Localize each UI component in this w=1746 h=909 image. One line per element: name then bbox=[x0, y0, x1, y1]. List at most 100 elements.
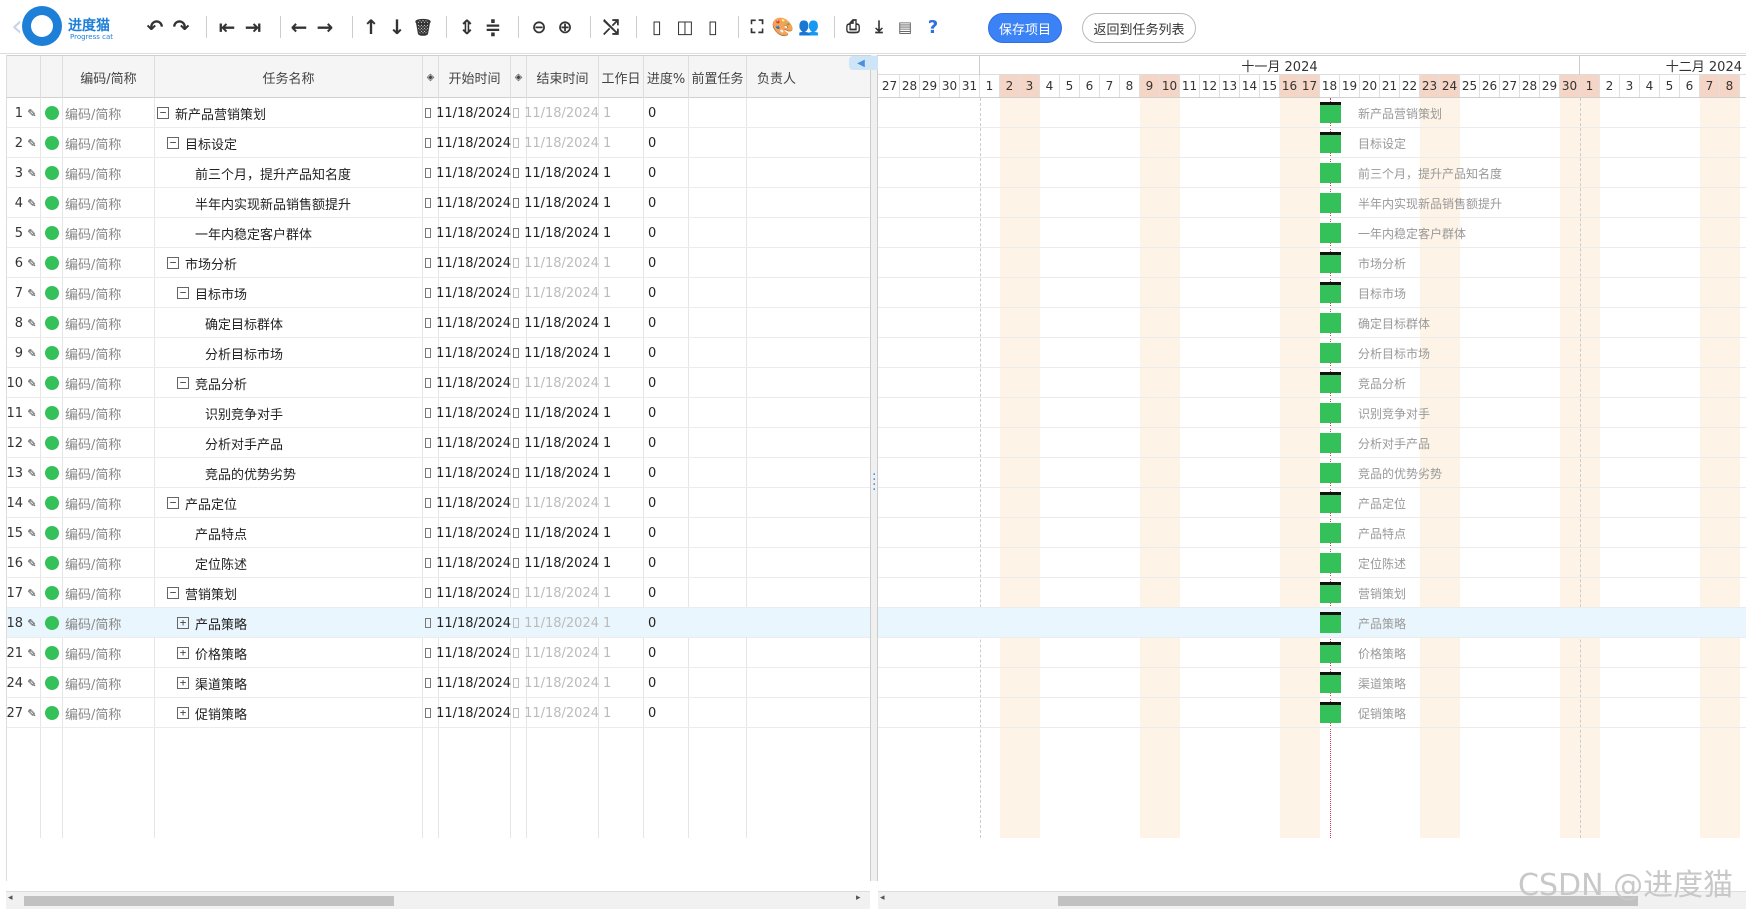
edit-pencil-icon[interactable]: ✎ bbox=[25, 278, 39, 308]
table-row[interactable]: 13 ✎ 编码/简称 竞品的优势劣势 11/18/2024 11/18/2024… bbox=[7, 458, 871, 488]
start-date-cell[interactable]: 11/18/2024 bbox=[423, 128, 511, 158]
end-date-cell[interactable]: 11/18/2024 bbox=[511, 368, 599, 398]
edit-pencil-icon[interactable]: ✎ bbox=[25, 188, 39, 218]
code-cell[interactable]: 编码/简称 bbox=[63, 668, 155, 698]
owner-cell[interactable] bbox=[747, 578, 871, 608]
task-name-cell[interactable]: 分析对手产品 bbox=[155, 428, 423, 458]
table-row[interactable]: 6 ✎ 编码/简称 − 市场分析 11/18/2024 11/18/2024 1… bbox=[7, 248, 871, 278]
end-date-cell[interactable]: 11/18/2024 bbox=[511, 578, 599, 608]
progress-cell[interactable]: 0 bbox=[644, 308, 689, 338]
predecessor-cell[interactable] bbox=[689, 308, 747, 338]
end-checkbox[interactable] bbox=[513, 108, 520, 118]
workdays-cell[interactable]: 1 bbox=[599, 188, 644, 218]
table-row[interactable]: 4 ✎ 编码/简称 半年内实现新品销售额提升 11/18/2024 11/18/… bbox=[7, 188, 871, 218]
back-to-task-list-button[interactable]: 返回到任务列表 bbox=[1082, 13, 1196, 43]
end-checkbox[interactable] bbox=[513, 678, 520, 688]
start-date-cell[interactable]: 11/18/2024 bbox=[423, 398, 511, 428]
edit-pencil-icon[interactable]: ✎ bbox=[25, 608, 39, 638]
task-name-cell[interactable]: 前三个月，提升产品知名度 bbox=[155, 158, 423, 188]
start-date-cell[interactable]: 11/18/2024 bbox=[423, 608, 511, 638]
progress-cell[interactable]: 0 bbox=[644, 248, 689, 278]
owner-cell[interactable] bbox=[747, 98, 871, 128]
workdays-cell[interactable]: 1 bbox=[599, 278, 644, 308]
collapse-toggle-icon[interactable]: − bbox=[167, 587, 179, 599]
end-date-cell[interactable]: 11/18/2024 bbox=[511, 518, 599, 548]
end-checkbox[interactable] bbox=[513, 498, 520, 508]
code-cell[interactable]: 编码/简称 bbox=[63, 518, 155, 548]
workdays-cell[interactable]: 1 bbox=[599, 218, 644, 248]
predecessor-cell[interactable] bbox=[689, 188, 747, 218]
predecessor-cell[interactable] bbox=[689, 488, 747, 518]
start-checkbox[interactable] bbox=[425, 108, 432, 118]
edit-pencil-icon[interactable]: ✎ bbox=[25, 218, 39, 248]
end-checkbox[interactable] bbox=[513, 528, 520, 538]
task-bar[interactable] bbox=[1320, 463, 1341, 483]
workdays-cell[interactable]: 1 bbox=[599, 428, 644, 458]
workdays-cell[interactable]: 1 bbox=[599, 98, 644, 128]
code-cell[interactable]: 编码/简称 bbox=[63, 488, 155, 518]
start-checkbox[interactable] bbox=[425, 318, 432, 328]
zoom-out-icon[interactable]: ⊖ bbox=[526, 13, 552, 41]
workdays-cell[interactable]: 1 bbox=[599, 698, 644, 728]
collapse-toggle-icon[interactable]: − bbox=[167, 497, 179, 509]
delete-icon[interactable]: 🗑 bbox=[410, 13, 436, 41]
predecessor-cell[interactable] bbox=[689, 398, 747, 428]
progress-cell[interactable]: 0 bbox=[644, 188, 689, 218]
owner-cell[interactable] bbox=[747, 548, 871, 578]
start-date-cell[interactable]: 11/18/2024 bbox=[423, 518, 511, 548]
start-date-cell[interactable]: 11/18/2024 bbox=[423, 158, 511, 188]
table-row[interactable]: 21 ✎ 编码/简称 + 价格策略 11/18/2024 11/18/2024 … bbox=[7, 638, 871, 668]
end-checkbox[interactable] bbox=[513, 348, 520, 358]
owner-cell[interactable] bbox=[747, 278, 871, 308]
owner-cell[interactable] bbox=[747, 518, 871, 548]
start-date-cell[interactable]: 11/18/2024 bbox=[423, 698, 511, 728]
link-icon[interactable]: ⤭ bbox=[598, 13, 624, 41]
header-predecessor[interactable]: 前置任务 bbox=[689, 56, 747, 98]
edit-pencil-icon[interactable]: ✎ bbox=[25, 128, 39, 158]
start-date-cell[interactable]: 11/18/2024 bbox=[423, 548, 511, 578]
end-date-cell[interactable]: 11/18/2024 bbox=[511, 668, 599, 698]
table-row[interactable]: 18 ✎ 编码/简称 + 产品策略 11/18/2024 11/18/2024 … bbox=[7, 608, 871, 638]
header-end-constraint-icon[interactable]: ◈ bbox=[511, 56, 527, 98]
print-icon[interactable]: ⎙ bbox=[840, 13, 866, 41]
expand-toggle-icon[interactable]: + bbox=[177, 647, 189, 659]
start-date-cell[interactable]: 11/18/2024 bbox=[423, 488, 511, 518]
edit-pencil-icon[interactable]: ✎ bbox=[25, 398, 39, 428]
code-cell[interactable]: 编码/简称 bbox=[63, 338, 155, 368]
task-name-cell[interactable]: + 渠道策略 bbox=[155, 668, 423, 698]
end-date-cell[interactable]: 11/18/2024 bbox=[511, 398, 599, 428]
task-name-cell[interactable]: + 价格策略 bbox=[155, 638, 423, 668]
edit-pencil-icon[interactable]: ✎ bbox=[25, 428, 39, 458]
task-bar[interactable] bbox=[1320, 283, 1341, 303]
task-name-cell[interactable]: 分析目标市场 bbox=[155, 338, 423, 368]
header-end-date[interactable]: 结束时间 bbox=[527, 56, 599, 98]
task-bar[interactable] bbox=[1320, 103, 1341, 123]
end-date-cell[interactable]: 11/18/2024 bbox=[511, 428, 599, 458]
owner-cell[interactable] bbox=[747, 428, 871, 458]
task-bar[interactable] bbox=[1320, 523, 1341, 543]
table-row[interactable]: 15 ✎ 编码/简称 产品特点 11/18/2024 11/18/2024 1 … bbox=[7, 518, 871, 548]
start-checkbox[interactable] bbox=[425, 618, 432, 628]
layout-gantt-only-icon[interactable]: ▯ bbox=[700, 13, 726, 41]
predecessor-cell[interactable] bbox=[689, 638, 747, 668]
code-cell[interactable]: 编码/简称 bbox=[63, 608, 155, 638]
move-left-icon[interactable]: ← bbox=[286, 13, 312, 41]
code-cell[interactable]: 编码/简称 bbox=[63, 368, 155, 398]
table-row[interactable]: 11 ✎ 编码/简称 识别竞争对手 11/18/2024 11/18/2024 … bbox=[7, 398, 871, 428]
predecessor-cell[interactable] bbox=[689, 128, 747, 158]
task-name-cell[interactable]: + 产品策略 bbox=[155, 608, 423, 638]
code-cell[interactable]: 编码/简称 bbox=[63, 548, 155, 578]
redo-icon[interactable]: ↷ bbox=[168, 13, 194, 41]
end-checkbox[interactable] bbox=[513, 408, 520, 418]
predecessor-cell[interactable] bbox=[689, 608, 747, 638]
table-row[interactable]: 14 ✎ 编码/简称 − 产品定位 11/18/2024 11/18/2024 … bbox=[7, 488, 871, 518]
end-date-cell[interactable]: 11/18/2024 bbox=[511, 458, 599, 488]
end-date-cell[interactable]: 11/18/2024 bbox=[511, 698, 599, 728]
header-start-date[interactable]: 开始时间 bbox=[439, 56, 511, 98]
task-bar[interactable] bbox=[1320, 253, 1341, 273]
team-icon[interactable]: 👥 bbox=[796, 13, 822, 41]
edit-pencil-icon[interactable]: ✎ bbox=[25, 668, 39, 698]
progress-cell[interactable]: 0 bbox=[644, 278, 689, 308]
table-row[interactable]: 8 ✎ 编码/简称 确定目标群体 11/18/2024 11/18/2024 1… bbox=[7, 308, 871, 338]
table-row[interactable]: 12 ✎ 编码/简称 分析对手产品 11/18/2024 11/18/2024 … bbox=[7, 428, 871, 458]
